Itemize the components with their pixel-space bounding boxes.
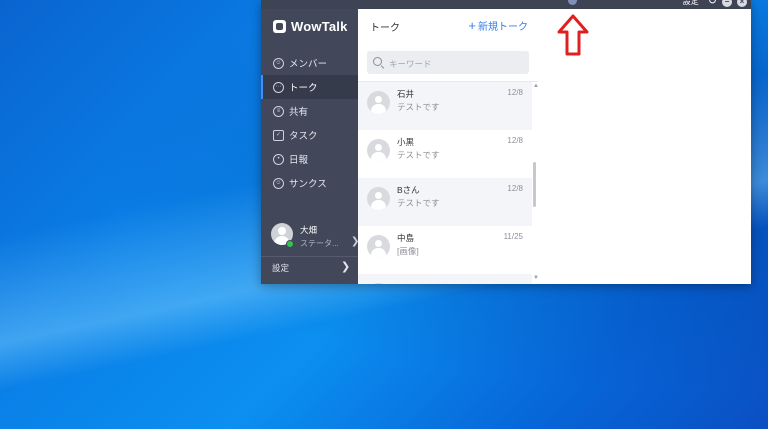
new-talk-button[interactable]: + 新規トーク <box>468 17 528 34</box>
app-logo: WowTalk <box>273 19 348 34</box>
sidebar-item-task[interactable]: ✓ タスク <box>261 123 358 147</box>
list-item[interactable]: Bさん テストです 12/8 <box>358 178 532 226</box>
avatar <box>367 283 390 284</box>
sidebar-item-share[interactable]: ≡ 共有 <box>261 99 358 123</box>
window-controls: 設定 ↻ − × <box>683 0 747 7</box>
up-arrow-annotation-icon <box>557 14 589 56</box>
talk-name: 中島 <box>397 233 415 243</box>
sidebar-item-talk[interactable]: ⋯ トーク <box>261 75 358 99</box>
list-item[interactable] <box>358 274 532 284</box>
avatar <box>367 91 390 114</box>
share-icon: ≡ <box>273 105 284 117</box>
talk-icon: ⋯ <box>273 81 284 93</box>
profile-name: 大畑 <box>300 225 318 235</box>
avatar <box>367 187 390 210</box>
online-status-dot <box>286 240 294 248</box>
sidebar-item-label: 共有 <box>289 107 309 118</box>
titlebar-settings-link[interactable]: 設定 <box>683 0 699 7</box>
new-talk-label: 新規トーク <box>478 22 528 33</box>
talk-date: 12/8 <box>507 88 523 97</box>
wowtalk-window: 設定 ↻ − × WowTalk ☺ メンバー ⋯ トーク ≡ 共有 ✓ タスク… <box>261 0 751 284</box>
talk-last-message: テストです <box>397 198 440 208</box>
sidebar-nav: ☺ メンバー ⋯ トーク ≡ 共有 ✓ タスク • 日報 ☺ サンクス <box>261 51 358 195</box>
app-name: WowTalk <box>291 19 348 34</box>
list-item[interactable]: 石井 テストです 12/8 <box>358 82 532 130</box>
task-icon: ✓ <box>273 129 284 141</box>
talk-list-header: トーク + 新規トーク <box>358 9 538 41</box>
search-input[interactable] <box>387 55 526 72</box>
sidebar-item-label: タスク <box>289 131 318 142</box>
daily-report-icon: • <box>273 153 284 165</box>
profile-status: ステータ... <box>300 239 339 248</box>
sidebar: WowTalk ☺ メンバー ⋯ トーク ≡ 共有 ✓ タスク • 日報 ☺ サ… <box>261 9 359 284</box>
talk-date: 11/25 <box>503 232 523 241</box>
avatar <box>367 139 390 162</box>
sidebar-item-thanks[interactable]: ☺ サンクス <box>261 171 358 195</box>
talk-last-message: テストです <box>397 150 440 160</box>
sidebar-item-members[interactable]: ☺ メンバー <box>261 51 358 75</box>
sidebar-item-label: トーク <box>289 83 318 94</box>
talk-name: 石井 <box>397 89 415 99</box>
sidebar-item-label: 日報 <box>289 155 309 166</box>
sidebar-item-daily-report[interactable]: • 日報 <box>261 147 358 171</box>
talk-last-message: テストです <box>397 102 440 112</box>
user-profile[interactable]: 大畑 ステータ... ❯ <box>271 223 359 253</box>
scroll-thumb[interactable] <box>533 162 536 207</box>
minimize-icon[interactable]: − <box>722 0 732 7</box>
avatar <box>367 235 390 258</box>
talk-list-title: トーク <box>370 23 400 34</box>
sidebar-settings[interactable]: 設定 <box>272 262 289 274</box>
member-icon: ☺ <box>273 57 284 69</box>
refresh-icon[interactable]: ↻ <box>708 0 717 7</box>
talk-date: 12/8 <box>507 136 523 145</box>
talk-list: 石井 テストです 12/8 小黒 テストです 12/8 Bさん テストです 12… <box>358 82 532 284</box>
plus-icon: + <box>468 17 476 33</box>
search-box[interactable] <box>367 51 529 74</box>
talk-name: Bさん <box>397 185 420 195</box>
wowtalk-logo-icon <box>273 20 286 33</box>
sidebar-item-label: メンバー <box>289 59 328 70</box>
chevron-right-icon[interactable]: ❯ <box>341 260 350 273</box>
search-icon <box>373 57 382 66</box>
list-item[interactable]: 中島 [画像] 11/25 <box>358 226 532 274</box>
sidebar-divider <box>261 256 358 257</box>
talk-last-message: [画像] <box>397 246 419 256</box>
sidebar-item-label: サンクス <box>289 179 327 190</box>
close-icon[interactable]: × <box>737 0 747 7</box>
talk-date: 12/8 <box>507 184 523 193</box>
talk-list-panel: トーク + 新規トーク 石井 テストです 12/8 小黒 テストです 12/8 <box>358 9 539 284</box>
title-bar: 設定 ↻ − × <box>261 0 751 9</box>
thanks-icon: ☺ <box>273 177 284 189</box>
list-item[interactable]: 小黒 テストです 12/8 <box>358 130 532 178</box>
talk-name: 小黒 <box>397 137 415 147</box>
